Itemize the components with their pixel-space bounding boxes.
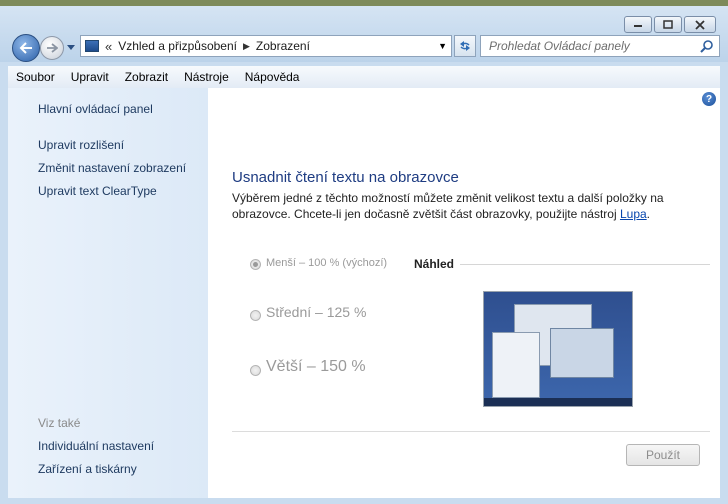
forward-button[interactable] (40, 36, 64, 60)
back-button[interactable] (12, 34, 40, 62)
sidebar-link-devices-printers[interactable]: Zařízení a tiskárny (38, 462, 137, 476)
preview-window-front (550, 328, 614, 378)
footer-divider (232, 431, 710, 432)
description-text: Výběrem jedné z těchto možností můžete z… (232, 191, 664, 221)
search-input[interactable] (487, 38, 696, 54)
description-end: . (646, 207, 651, 221)
option-smaller-radio[interactable] (250, 259, 261, 270)
address-dropdown-icon[interactable]: ▼ (438, 41, 447, 51)
menu-edit[interactable]: Upravit (63, 70, 117, 84)
recent-pages-button[interactable] (66, 42, 76, 52)
help-icon[interactable]: ? (702, 92, 716, 106)
address-bar[interactable]: « Vzhled a přizpůsobení ▶ Zobrazení ▼ (80, 35, 452, 57)
window: « Vzhled a přizpůsobení ▶ Zobrazení ▼ So… (0, 0, 728, 504)
breadcrumb-overflow[interactable]: « (105, 39, 112, 54)
apply-button[interactable]: Použít (626, 444, 700, 466)
refresh-icon (460, 41, 470, 51)
breadcrumb-appearance[interactable]: Vzhled a přizpůsobení (118, 39, 237, 53)
magnifier-link[interactable]: Lupa (620, 207, 647, 221)
sidebar-link-personalization[interactable]: Individuální nastavení (38, 439, 154, 453)
preview-divider (460, 264, 710, 265)
preview-image (483, 291, 633, 407)
menu-tools[interactable]: Nástroje (176, 70, 237, 84)
breadcrumb-arrow-icon[interactable]: ▶ (243, 41, 250, 52)
preview-label: Náhled (414, 257, 455, 271)
close-button[interactable] (684, 16, 716, 33)
maximize-button[interactable] (654, 16, 682, 33)
navigation-bar: « Vzhled a přizpůsobení ▶ Zobrazení ▼ (8, 34, 720, 62)
forward-arrow-icon (47, 43, 58, 53)
refresh-button[interactable] (454, 35, 476, 57)
option-larger-radio[interactable] (250, 365, 261, 376)
search-box[interactable] (480, 35, 720, 57)
sidebar-link-display-settings[interactable]: Změnit nastavení zobrazení (38, 161, 186, 175)
see-also-heading: Viz také (38, 416, 81, 430)
page-description: Výběrem jedné z těchto možností můžete z… (232, 190, 672, 222)
minimize-button[interactable] (624, 16, 652, 33)
sidebar-link-cleartype[interactable]: Upravit text ClearType (38, 184, 157, 198)
control-panel-icon (85, 40, 99, 52)
content-area: Hlavní ovládací panel Upravit rozlišení … (8, 88, 720, 498)
preview-taskbar (484, 398, 632, 406)
maximize-icon (663, 20, 673, 29)
menu-help[interactable]: Nápověda (237, 70, 308, 84)
search-icon[interactable] (700, 40, 713, 53)
chevron-down-icon (67, 44, 75, 50)
breadcrumb-display[interactable]: Zobrazení (256, 39, 310, 53)
option-smaller-label[interactable]: Menší – 100 % (výchozí) (266, 257, 387, 269)
option-medium-radio[interactable] (250, 310, 261, 321)
minimize-icon (634, 24, 642, 27)
menu-file[interactable]: Soubor (8, 70, 63, 84)
page-title: Usnadnit čtení textu na obrazovce (232, 169, 459, 186)
main-panel: ? Usnadnit čtení textu na obrazovce Výbě… (208, 88, 720, 498)
menu-bar: Soubor Upravit Zobrazit Nástroje Nápověd… (8, 66, 720, 89)
preview-window-left (492, 332, 540, 398)
back-arrow-icon (19, 42, 32, 54)
sidebar-link-adjust-resolution[interactable]: Upravit rozlišení (38, 138, 124, 152)
option-medium-label[interactable]: Střední – 125 % (266, 304, 366, 320)
menu-view[interactable]: Zobrazit (117, 70, 176, 84)
caption-buttons (624, 16, 716, 33)
option-larger-label[interactable]: Větší – 150 % (266, 358, 366, 376)
close-icon (695, 19, 705, 30)
sidebar-link-control-panel-home[interactable]: Hlavní ovládací panel (38, 102, 153, 116)
task-pane: Hlavní ovládací panel Upravit rozlišení … (8, 88, 208, 498)
